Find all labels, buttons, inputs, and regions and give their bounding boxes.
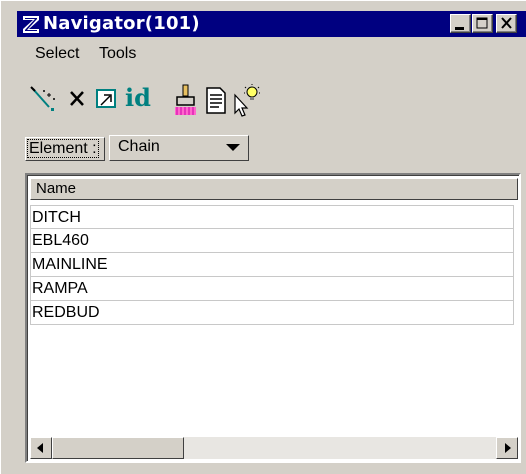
magic-wand-icon[interactable]	[29, 83, 59, 119]
window-title: Navigator(101)	[43, 13, 200, 34]
list-item[interactable]: EBL460	[30, 229, 514, 253]
highlight-paint-icon[interactable]	[171, 83, 201, 119]
close-button[interactable]	[496, 14, 517, 33]
maximize-icon	[476, 17, 488, 29]
element-type-value: Chain	[118, 138, 160, 155]
horizontal-scrollbar[interactable]	[30, 437, 518, 459]
title-bar[interactable]: Navigator(101)	[17, 11, 526, 37]
minimize-button[interactable]	[450, 14, 471, 33]
list-item[interactable]: REDBUD	[30, 301, 514, 325]
app-logo-icon	[23, 16, 39, 33]
list-item[interactable]: MAINLINE	[30, 253, 514, 277]
element-label: Element :	[27, 139, 99, 158]
menu-tools[interactable]: Tools	[99, 45, 136, 63]
column-header-name[interactable]: Name	[30, 178, 518, 200]
arrow-right-icon	[505, 443, 511, 453]
toolbar: id	[25, 83, 525, 123]
chain-list: Name DITCH EBL460 MAINLINE RAMPA REDBUD	[25, 173, 521, 463]
navigator-window: Navigator(101) Select Tools id Element:…	[0, 0, 526, 474]
id-icon[interactable]: id	[125, 83, 161, 119]
element-type-dropdown[interactable]: Chain	[109, 135, 249, 161]
close-icon	[501, 17, 512, 29]
cursor-bulb-icon[interactable]	[231, 83, 261, 119]
menu-select[interactable]: Select	[35, 45, 79, 63]
list-item[interactable]: DITCH	[30, 205, 514, 229]
minimize-icon	[455, 27, 464, 30]
dropdown-arrow-icon	[226, 144, 240, 151]
list-rows: DITCH EBL460 MAINLINE RAMPA REDBUD	[30, 205, 514, 325]
column-header-label: Name	[36, 180, 77, 197]
scroll-left-button[interactable]	[30, 437, 52, 459]
fit-view-icon[interactable]	[93, 83, 123, 119]
arrow-left-icon	[37, 443, 43, 453]
scroll-right-button[interactable]	[496, 437, 518, 459]
maximize-button[interactable]	[472, 14, 493, 33]
element-label-button[interactable]: Element :	[25, 137, 105, 161]
delete-x-icon[interactable]	[63, 83, 93, 119]
list-item[interactable]: RAMPA	[30, 277, 514, 301]
scrollbar-thumb[interactable]	[52, 437, 184, 459]
report-icon[interactable]	[201, 83, 231, 119]
